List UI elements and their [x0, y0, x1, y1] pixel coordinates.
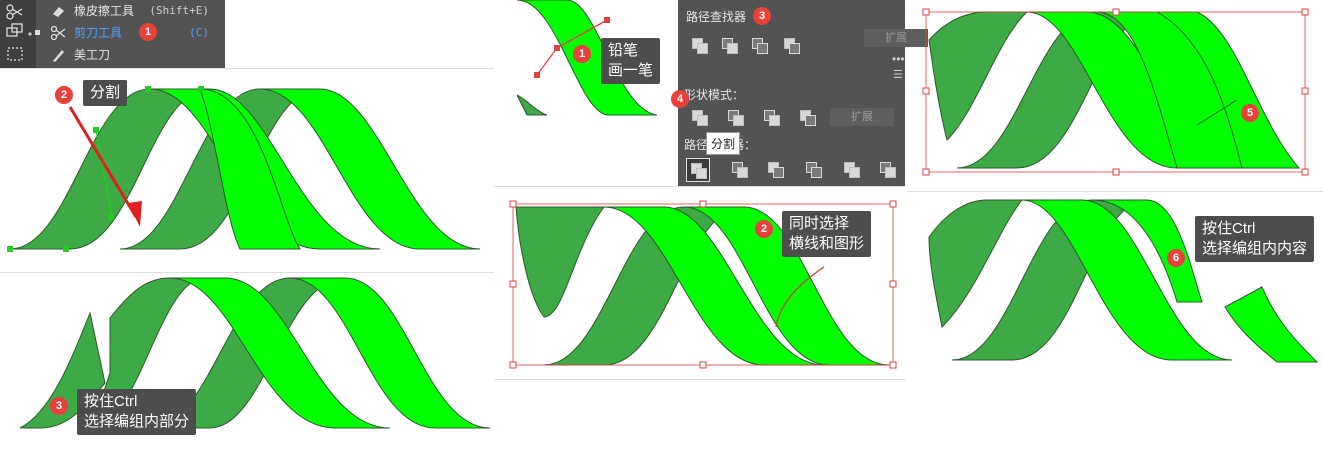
menu-item-knife[interactable]: 美工刀: [36, 44, 225, 66]
select-both-callout: 同时选择 横线和图形: [782, 211, 872, 257]
step-badge: 3: [753, 7, 771, 25]
unite-button[interactable]: [690, 108, 708, 126]
merge-button[interactable]: [766, 160, 784, 178]
menu-icon[interactable]: ☰: [893, 68, 903, 81]
menu-item-label: 橡皮擦工具: [74, 4, 135, 18]
callout-line-2: 选择编组内部分: [84, 413, 190, 430]
toolbar-icons: [6, 4, 32, 61]
shape-modes-label: 形状模式：: [684, 88, 745, 102]
pathfinder-btn-d[interactable]: [782, 36, 800, 54]
menu-item-scissors[interactable]: 剪刀工具 (C): [35, 22, 225, 44]
pathfinder-btn-b[interactable]: [720, 36, 738, 54]
knife-icon: [53, 50, 64, 62]
selected-marker: [35, 30, 40, 35]
ctrl-select-panel: 3 按住Ctrl 选择编组内部分: [0, 272, 494, 449]
eraser-icon: [53, 7, 64, 17]
crop-button[interactable]: [804, 160, 822, 178]
select-both-panel: 2 同时选择 横线和图形: [494, 186, 906, 380]
minus-front-button[interactable]: [726, 108, 744, 126]
pathfinder-panel: 路径查找器 3 扩展 ••• ☰ 形状模式： 4 扩展 路径查找器： 分割: [671, 0, 928, 186]
outline-button[interactable]: [842, 160, 860, 178]
trim-button[interactable]: [730, 160, 748, 178]
split-demo-panel: 2 分割: [0, 68, 494, 272]
step-badge: 5: [1241, 104, 1259, 122]
divide-button[interactable]: [686, 158, 710, 182]
menu-item-shortcut: (C): [189, 26, 209, 39]
callout-line-1: 按住Ctrl: [84, 393, 138, 410]
step-badge: 6: [1167, 249, 1185, 267]
scissors-icon: [50, 25, 66, 41]
ribbon-artwork: [7, 86, 481, 252]
pathfinder-btn-a[interactable]: [690, 36, 708, 54]
ctrl-part-callout: 按住Ctrl 选择编组内部分: [77, 389, 197, 435]
menu-item-eraser[interactable]: 橡皮擦工具 (Shift+E): [36, 0, 225, 22]
more-icon[interactable]: •••: [892, 52, 905, 66]
callout-line-1: 铅笔: [608, 42, 639, 59]
minus-back-button[interactable]: [878, 160, 896, 178]
step-badge: 1: [573, 45, 591, 63]
divided-result-panel: 5: [907, 0, 1323, 190]
pathfinder-btn-c[interactable]: [750, 36, 768, 54]
toolbar-strip: [0, 0, 36, 68]
tooltip: 分割: [706, 132, 741, 155]
step-badge: 1: [139, 23, 157, 41]
callout-line-2: 画一笔: [608, 62, 654, 79]
callout-text: 分割: [90, 84, 121, 101]
callout-line-1: 按住Ctrl: [1202, 220, 1256, 237]
menu-item-shortcut: (Shift+E): [149, 4, 209, 17]
ribbon-artwork-split: [19, 277, 491, 434]
divided-artwork: [922, 8, 1309, 176]
step-badge: 4: [671, 90, 689, 108]
pencil-demo-panel: 1 铅笔 画一笔: [517, 0, 679, 122]
expand-button-mid[interactable]: 扩展: [830, 108, 894, 126]
exclude-button[interactable]: [798, 108, 816, 126]
split-callout: 分割: [83, 80, 128, 106]
step-badge: 2: [755, 220, 773, 238]
pencil-callout: 铅笔 画一笔: [601, 38, 661, 84]
menu-item-label: 剪刀工具: [74, 26, 123, 40]
ctrl-group-panel: 6 按住Ctrl 选择编组内内容: [907, 191, 1323, 379]
step-badge: 2: [55, 86, 73, 104]
callout-line-2: 选择编组内内容: [1202, 240, 1308, 257]
menu-item-label: 美工刀: [74, 48, 111, 62]
step-badge: 3: [50, 397, 68, 415]
ctrl-group-callout: 按住Ctrl 选择编组内内容: [1195, 216, 1315, 262]
intersect-button[interactable]: [762, 108, 780, 126]
pathfinder-title: 路径查找器: [686, 10, 747, 24]
callout-line-1: 同时选择: [789, 215, 850, 232]
callout-line-2: 横线和图形: [789, 235, 865, 252]
tool-menu: 橡皮擦工具 (Shift+E) 剪刀工具 (C) 美工刀: [0, 0, 225, 68]
